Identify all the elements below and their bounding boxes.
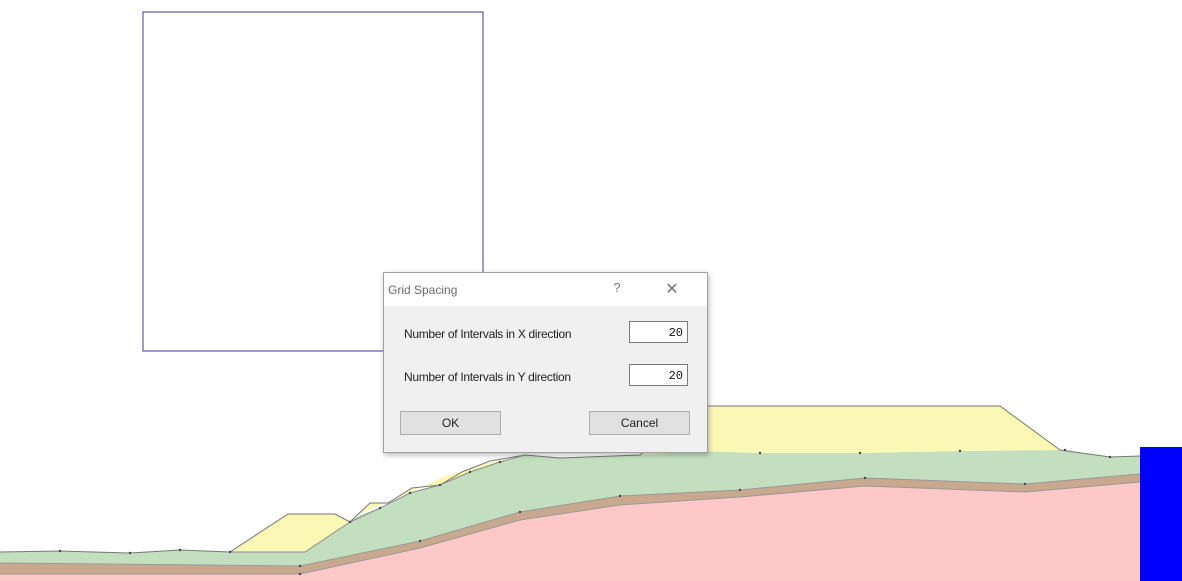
water-region[interactable] (1140, 447, 1182, 581)
x-intervals-label: Number of Intervals in X direction (404, 327, 572, 341)
x-intervals-input[interactable] (629, 321, 688, 343)
grid-spacing-dialog: Grid Spacing ? ✕ Number of Intervals in … (383, 272, 708, 453)
dialog-title: Grid Spacing (388, 283, 458, 297)
help-icon[interactable]: ? (610, 280, 624, 298)
y-intervals-label: Number of Intervals in Y direction (404, 370, 571, 384)
dialog-titlebar[interactable]: Grid Spacing ? ✕ (384, 273, 707, 306)
ok-button[interactable]: OK (400, 411, 501, 435)
cancel-button[interactable]: Cancel (589, 411, 690, 435)
close-icon[interactable]: ✕ (664, 279, 680, 299)
y-intervals-input[interactable] (629, 364, 688, 386)
